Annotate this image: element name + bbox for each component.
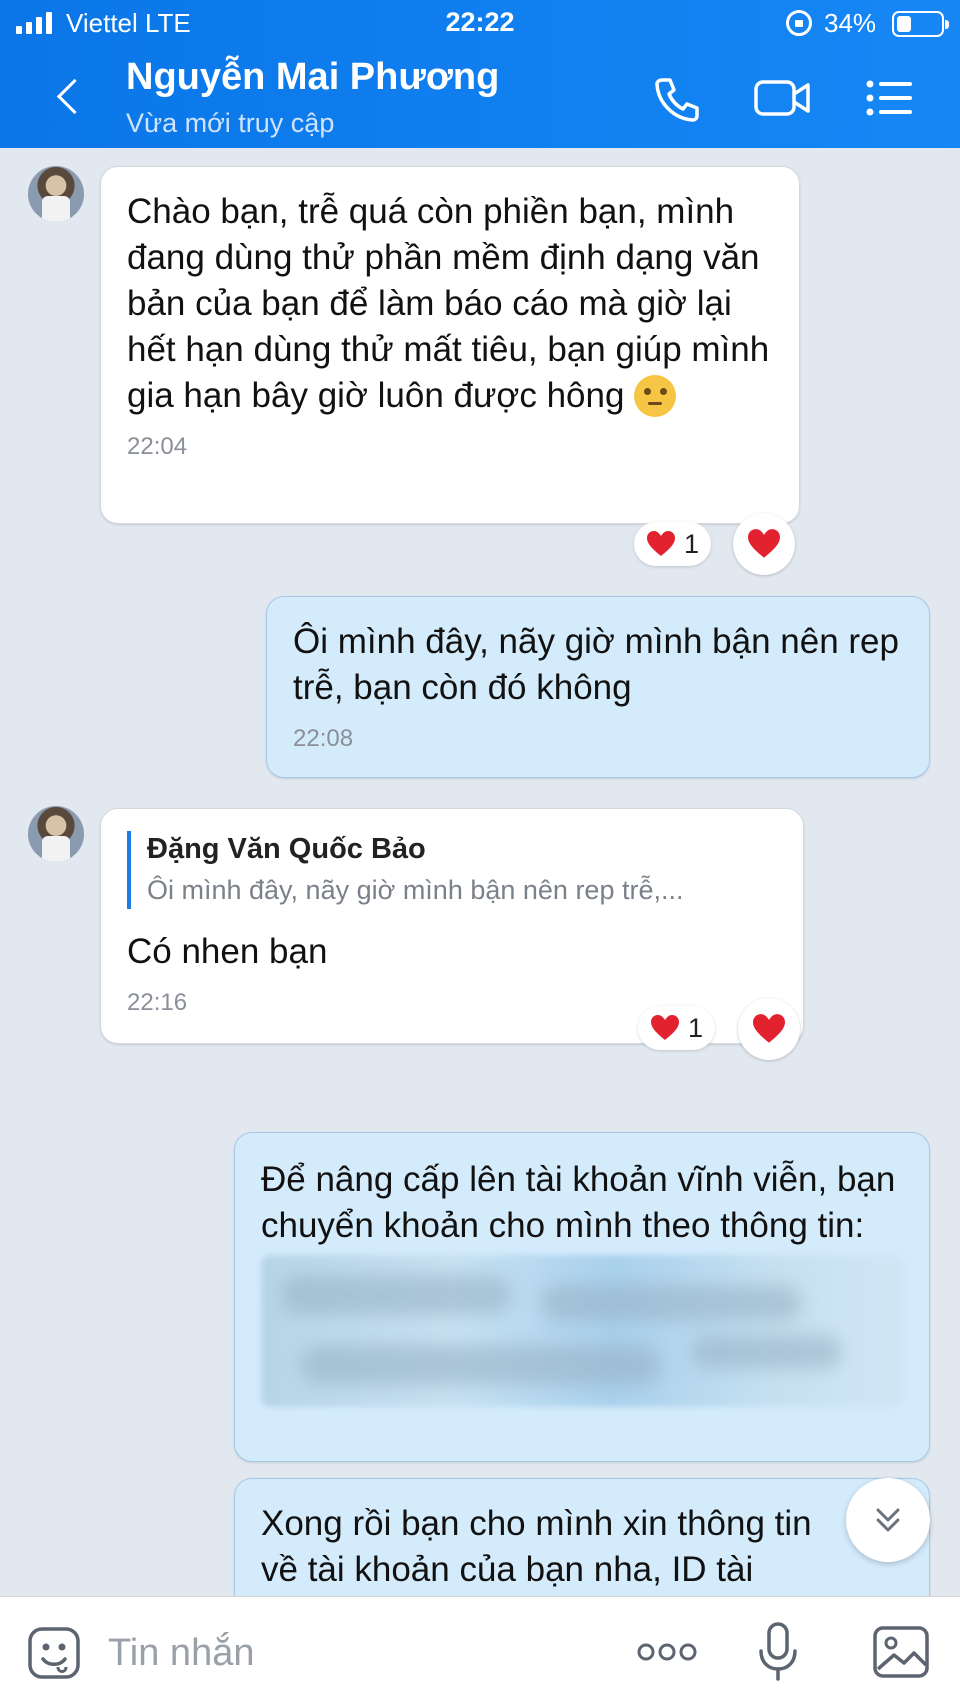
message-text: Để nâng cấp lên tài khoản vĩnh viễn, bạn… (261, 1160, 896, 1245)
react-button[interactable] (733, 513, 795, 575)
message-bubble-outgoing[interactable]: Ôi mình đây, nãy giờ mình bận nên rep tr… (266, 596, 930, 778)
message-time: 22:08 (293, 725, 354, 752)
message-text: Có nhen bạn (127, 932, 328, 971)
back-icon[interactable] (50, 74, 90, 122)
reaction-count-pill[interactable]: 1 (634, 522, 712, 566)
top-bar: Viettel LTE 22:22 34% Nguyễn Mai Phương … (0, 0, 960, 148)
avatar[interactable] (28, 166, 84, 222)
message-text: Chào bạn, trễ quá còn phiền bạn, mình đa… (127, 192, 770, 417)
phone-icon[interactable] (648, 72, 704, 124)
quote-author: Đặng Văn Quốc Bảo (147, 833, 426, 865)
reaction-count: 1 (684, 528, 700, 559)
message-bubble-incoming[interactable]: Chào bạn, trễ quá còn phiền bạn, mình đa… (100, 166, 800, 524)
message-text: Ôi mình đây, nãy giờ mình bận nên rep tr… (293, 622, 899, 707)
message-bubble-outgoing[interactable]: Xong rồi bạn cho mình xin thông tin về t… (234, 1478, 930, 1596)
avatar[interactable] (28, 806, 84, 862)
heart-icon (651, 1015, 679, 1040)
heart-icon (748, 529, 780, 558)
contact-name[interactable]: Nguyễn Mai Phương (126, 56, 499, 99)
blurred-bank-details (261, 1255, 903, 1407)
menu-icon[interactable] (864, 72, 916, 124)
quote-text: Ôi mình đây, nãy giờ mình bận nên rep tr… (147, 875, 684, 905)
heart-icon (647, 531, 675, 556)
message-bubble-outgoing[interactable]: Để nâng cấp lên tài khoản vĩnh viễn, bạn… (234, 1132, 930, 1462)
reaction-count-pill[interactable]: 1 (638, 1006, 716, 1050)
clock: 22:22 (445, 7, 515, 37)
image-icon[interactable] (872, 1625, 930, 1679)
battery-percent: 34% (824, 8, 877, 38)
heart-icon (753, 1014, 785, 1043)
reaction-count: 1 (688, 1012, 704, 1043)
reply-quote[interactable]: Đặng Văn Quốc Bảo Ôi mình đây, nãy giờ m… (127, 831, 777, 909)
message-text: Xong rồi bạn cho mình xin thông tin về t… (261, 1504, 812, 1589)
message-time: 22:04 (127, 433, 188, 460)
contact-status: Vừa mới truy cập (126, 108, 335, 138)
scroll-to-bottom-button[interactable] (846, 1478, 930, 1562)
microphone-icon[interactable] (756, 1621, 800, 1683)
status-bar: Viettel LTE 22:22 34% (0, 0, 960, 48)
video-call-icon[interactable] (752, 72, 812, 124)
message-input[interactable] (108, 1625, 608, 1681)
react-button[interactable] (738, 998, 800, 1060)
chat-area[interactable]: Chào bạn, trễ quá còn phiền bạn, mình đa… (0, 148, 960, 1596)
message-input-bar (0, 1596, 960, 1707)
sticker-icon[interactable] (26, 1625, 82, 1681)
double-chevron-down-icon (876, 1508, 900, 1532)
rotation-lock-icon (786, 10, 812, 36)
battery-icon (892, 11, 949, 37)
more-options-icon[interactable] (636, 1637, 698, 1667)
thinking-face-emoji-icon (634, 374, 677, 417)
